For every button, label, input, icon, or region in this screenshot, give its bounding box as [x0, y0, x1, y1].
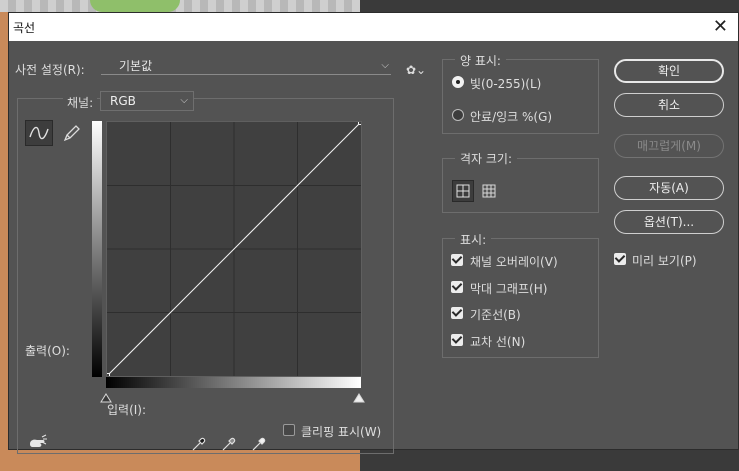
histogram-checkbox[interactable] [451, 281, 463, 293]
output-label: 출력(O): [25, 344, 70, 358]
channel-overlay-checkbox[interactable] [451, 254, 463, 266]
black-eyedropper-icon[interactable] [190, 435, 208, 453]
curve-control-point[interactable] [358, 119, 364, 125]
title-bar: 곡선 ✕ [9, 13, 738, 41]
cancel-button[interactable]: 취소 [614, 93, 724, 117]
simple-grid-icon[interactable] [452, 180, 474, 202]
histogram-label: 막대 그래프(H) [470, 282, 548, 296]
pigment-radio[interactable] [452, 109, 464, 121]
input-gradient-bar [106, 377, 361, 388]
baseline-checkbox[interactable] [451, 307, 463, 319]
dialog-title: 곡선 [13, 21, 36, 35]
detailed-grid-icon[interactable] [478, 180, 500, 202]
gray-eyedropper-icon[interactable] [220, 435, 238, 453]
ok-button[interactable]: 확인 [614, 59, 724, 83]
preview-label: 미리 보기(P) [632, 254, 697, 268]
curve-graph[interactable] [104, 119, 364, 379]
clipping-checkbox[interactable] [283, 424, 295, 436]
chevron-down-icon: ⌵ [180, 95, 188, 106]
grid-size-title: 격자 크기: [455, 150, 518, 167]
curve-control-point[interactable] [104, 373, 110, 379]
channel-value: RGB [110, 94, 136, 108]
pigment-radio-label: 안료/잉크 %(G) [470, 110, 553, 124]
intersection-line-checkbox[interactable] [451, 334, 463, 346]
show-options-title: 표시: [455, 231, 492, 248]
host-canvas-backdrop [0, 0, 8, 471]
preset-dropdown[interactable]: 기본값 ⌵ [101, 59, 391, 75]
white-eyedropper-icon[interactable] [250, 435, 268, 453]
preview-checkbox[interactable] [614, 253, 626, 265]
channel-dropdown[interactable]: RGB ⌵ [100, 91, 194, 111]
gear-icon[interactable]: ✿⌄ [406, 63, 426, 77]
curve-tool-icon[interactable] [25, 120, 53, 146]
auto-button[interactable]: 자동(A) [614, 176, 724, 200]
input-label: 입력(I): [107, 403, 147, 417]
curve-graph-svg[interactable] [104, 119, 364, 379]
baseline-label: 기준선(B) [470, 308, 521, 322]
intersection-line-label: 교차 선(N) [470, 335, 526, 349]
preset-value: 기본값 [119, 59, 153, 73]
close-button[interactable]: ✕ [713, 16, 728, 37]
light-radio-label: 빛(0-255)(L) [470, 77, 542, 91]
show-amount-title: 양 표시: [455, 52, 506, 69]
curves-dialog: 곡선 ✕ 사전 설정(R): 기본값 ⌵ ✿⌄ 채널: RGB ⌵ 출력(O): [8, 12, 739, 454]
output-gradient-bar [92, 121, 102, 377]
options-button[interactable]: 옵션(T)... [614, 210, 724, 234]
channel-overlay-label: 채널 오버레이(V) [470, 255, 558, 269]
white-point-slider[interactable] [353, 392, 365, 406]
targeted-adjustment-icon[interactable] [27, 434, 49, 452]
pencil-tool-icon[interactable] [59, 120, 83, 146]
clipping-label: 클리핑 표시(W) [301, 425, 382, 439]
chevron-down-icon: ⌵ [381, 60, 389, 71]
host-canvas-backdrop-top [0, 0, 739, 12]
preset-label: 사전 설정(R): [15, 63, 85, 77]
light-radio[interactable] [452, 76, 464, 88]
smooth-button[interactable]: 매끄럽게(M) [614, 134, 724, 158]
channel-label: 채널: [63, 94, 98, 111]
